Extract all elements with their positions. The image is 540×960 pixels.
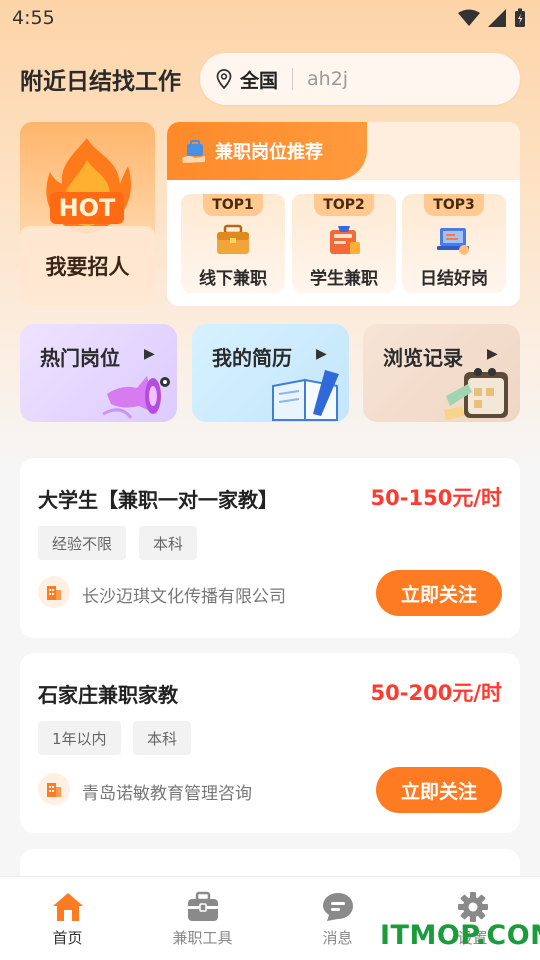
student-icon	[330, 226, 360, 254]
job-tag: 1年以内	[38, 721, 121, 755]
quick-link-my-resume[interactable]: 我的简历 ▶	[192, 324, 349, 422]
chevron-right-icon: ▶	[144, 346, 155, 362]
wifi-icon	[458, 9, 480, 26]
recommend-header: 兼职岗位推荐	[167, 122, 367, 180]
job-tag: 经验不限	[38, 526, 127, 560]
hire-card[interactable]: HOT 我要招人	[20, 122, 155, 306]
quick-link-history[interactable]: 浏览记录 ▶	[363, 324, 520, 422]
job-tag: 本科	[133, 721, 192, 755]
message-icon	[322, 893, 353, 921]
chevron-right-icon: ▶	[487, 346, 498, 362]
job-salary: 50-150元/时	[370, 486, 502, 510]
header: 附近日结找工作 全国	[20, 52, 520, 106]
watermark: ITMOP.COM	[380, 920, 540, 951]
status-icons	[458, 8, 526, 28]
tab-tools[interactable]: 兼职工具	[135, 877, 270, 960]
briefcase-hand-icon	[182, 140, 205, 163]
tab-label: 消息	[322, 929, 353, 947]
gear-icon	[457, 892, 488, 922]
laptop-icon	[437, 228, 469, 255]
top-item-offline[interactable]: TOP1 线下兼职	[181, 194, 285, 293]
megaphone-icon	[102, 376, 170, 419]
tab-label: 首页	[52, 929, 83, 947]
hire-panel[interactable]: 我要招人	[20, 226, 155, 306]
toolbox-icon	[187, 891, 218, 921]
briefcase-icon	[217, 224, 249, 254]
book-icon	[272, 370, 339, 421]
job-card[interactable]: 大学生【兼职一对一家教】 50-150元/时 经验不限 本科 长沙迈琪文化传播有…	[20, 458, 520, 638]
signal-icon	[488, 9, 506, 27]
battery-icon	[515, 8, 525, 27]
search-divider	[292, 68, 294, 90]
location-selector[interactable]: 全国	[240, 66, 278, 93]
chevron-right-icon: ▶	[316, 346, 327, 362]
top-rank-badge: TOP3	[424, 194, 484, 216]
job-tag: 本科	[139, 526, 198, 560]
search-input[interactable]	[307, 68, 478, 90]
home-icon	[52, 893, 83, 921]
tab-label: 兼职工具	[172, 929, 233, 947]
top-rank-badge: TOP2	[314, 194, 374, 216]
job-title: 石家庄兼职家教	[38, 683, 178, 707]
hot-badge-text: HOT	[59, 194, 116, 222]
job-salary: 50-200元/时	[370, 681, 502, 705]
location-pin-icon[interactable]	[216, 69, 232, 89]
company-building-icon	[38, 773, 70, 805]
top-item-daily[interactable]: TOP3 日结好岗	[402, 194, 506, 293]
notebook-icon	[444, 368, 508, 420]
follow-button[interactable]: 立即关注	[376, 767, 502, 813]
job-card[interactable]: 石家庄兼职家教 50-200元/时 1年以内 本科 青岛诺敏教育管理咨询 立即关…	[20, 653, 520, 833]
tab-home[interactable]: 首页	[0, 877, 135, 960]
top-item-student[interactable]: TOP2 学生兼职	[292, 194, 396, 293]
search-box[interactable]: 全国	[200, 53, 520, 105]
top-item-label: 线下兼职	[199, 269, 267, 289]
job-recommend-card: 兼职岗位推荐 TOP1 线下兼职 TOP2 学生兼职 TOP3 日结好岗	[167, 122, 520, 306]
status-bar: 4:55	[0, 0, 540, 36]
company-building-icon	[38, 576, 70, 608]
page-title: 附近日结找工作	[20, 69, 181, 95]
top-item-label: 日结好岗	[420, 269, 488, 289]
hot-flame-icon: HOT	[46, 138, 132, 234]
job-title: 大学生【兼职一对一家教】	[38, 488, 278, 512]
status-time: 4:55	[12, 7, 55, 29]
company-name: 长沙迈琪文化传播有限公司	[82, 587, 286, 607]
top-item-label: 学生兼职	[310, 269, 378, 289]
recommend-title: 兼职岗位推荐	[215, 142, 323, 163]
quick-link-hot-jobs[interactable]: 热门岗位 ▶	[20, 324, 177, 422]
hire-label: 我要招人	[45, 255, 130, 279]
top-rank-badge: TOP1	[203, 194, 263, 216]
follow-button[interactable]: 立即关注	[376, 570, 502, 616]
company-name: 青岛诺敏教育管理咨询	[82, 784, 252, 804]
